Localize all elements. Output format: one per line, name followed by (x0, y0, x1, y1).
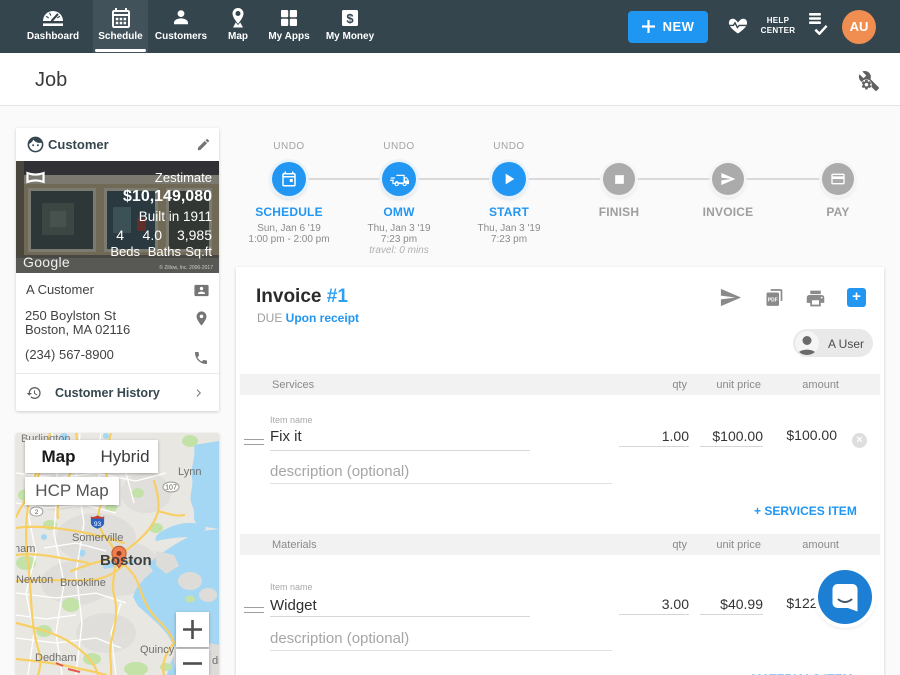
svg-text:PDF: PDF (768, 297, 778, 303)
svg-text:$: $ (346, 11, 354, 26)
svg-text:2: 2 (35, 509, 39, 516)
svg-text:107: 107 (165, 485, 177, 492)
svg-text:93: 93 (94, 521, 102, 528)
